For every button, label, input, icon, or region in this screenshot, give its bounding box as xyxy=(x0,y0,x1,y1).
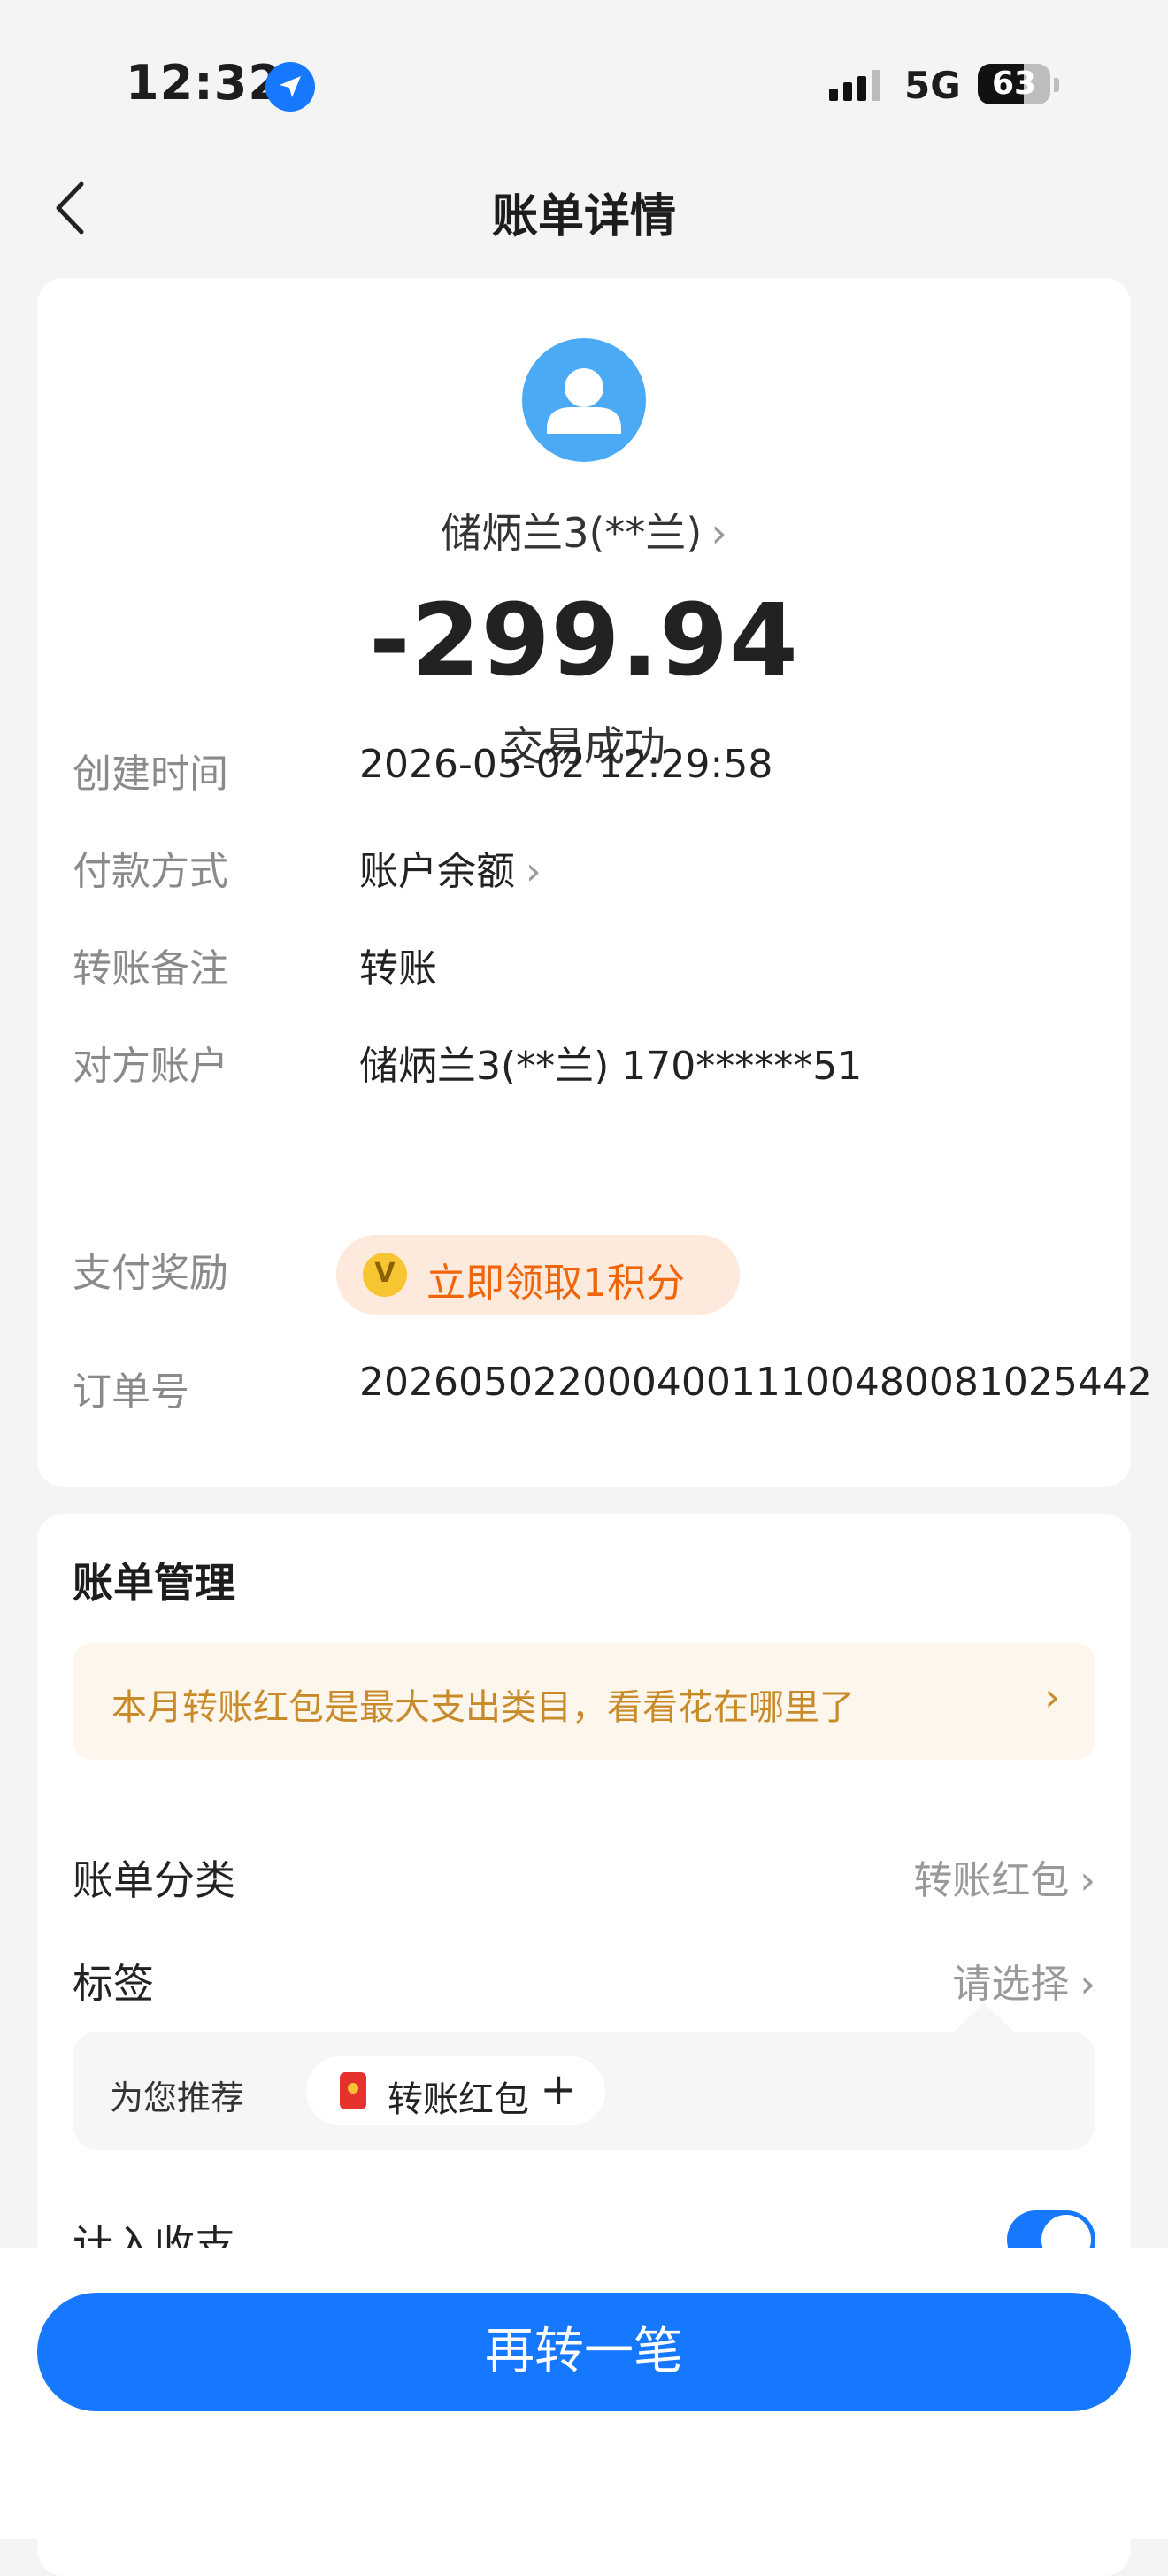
chevron-right-icon: › xyxy=(526,849,542,894)
red-packet-icon xyxy=(340,2072,366,2109)
network-label: 5G xyxy=(904,64,961,107)
payment-method-value: 账户余额 xyxy=(359,849,515,894)
tip-text: 本月转账红包是最大支出类目，看看花在哪里了 xyxy=(111,1687,855,1728)
chevron-right-icon: › xyxy=(1080,1962,1095,2007)
memo-value: 转账 xyxy=(359,946,437,991)
transaction-card: 储炳兰3(**兰) › -299.94 交易成功 创建时间 2026-05-02 … xyxy=(37,278,1152,1487)
battery-tip xyxy=(1054,78,1059,92)
tag-recommendations: 为您推荐 转账红包 + xyxy=(73,2032,1095,2150)
category-selector[interactable]: 转账红包 › xyxy=(913,1848,1095,1905)
transfer-again-button[interactable]: 再转一笔 xyxy=(37,2293,1131,2411)
tag-value: 请选择 xyxy=(952,1962,1070,2007)
spending-tip-banner[interactable]: 本月转账红包是最大支出类目，看看花在哪里了 › xyxy=(73,1643,1095,1760)
status-time: 12:32 xyxy=(126,55,282,111)
memo-label: 转账备注 xyxy=(73,946,228,991)
points-coin-icon: V xyxy=(363,1253,407,1297)
payment-method-link[interactable]: 账户余额 › xyxy=(359,839,542,896)
counterparty-label: 对方账户 xyxy=(73,1044,228,1089)
signal-icon xyxy=(827,69,889,108)
order-number-label: 订单号 xyxy=(73,1369,189,1415)
tag-selector[interactable]: 请选择 › xyxy=(952,1952,1095,2009)
chevron-right-icon: › xyxy=(1044,1675,1060,1720)
chevron-right-icon: › xyxy=(711,509,727,557)
payee-name: 储炳兰3(**兰) xyxy=(441,509,703,557)
claim-reward-button[interactable]: V 立即领取1积分 xyxy=(336,1235,740,1315)
created-time-value: 2026-05-02 12:29:58 xyxy=(359,742,773,787)
order-number-value: 20260502200040011100480081025442 xyxy=(359,1360,1152,1405)
recommend-label: 为您推荐 xyxy=(110,2079,245,2117)
category-value: 转账红包 xyxy=(913,1858,1070,1903)
amount: -299.94 xyxy=(369,583,799,698)
tag-label: 标签 xyxy=(73,1960,154,2008)
battery-level: 63 xyxy=(991,66,1037,102)
counterparty-value: 储炳兰3(**兰) 170******51 xyxy=(359,1044,863,1089)
user-avatar-icon[interactable] xyxy=(522,338,646,462)
created-time-label: 创建时间 xyxy=(73,752,228,797)
status-bar: 12:32 5G 63 xyxy=(0,0,1168,150)
section-title: 账单管理 xyxy=(73,1559,235,1607)
category-label: 账单分类 xyxy=(73,1856,235,1904)
chevron-right-icon: › xyxy=(1080,1858,1095,1903)
reward-text: 立即领取1积分 xyxy=(426,1261,685,1306)
payment-method-label: 付款方式 xyxy=(73,849,228,894)
location-arrow-icon xyxy=(265,62,315,112)
plus-icon: + xyxy=(540,2063,577,2115)
reward-label: 支付奖励 xyxy=(73,1251,228,1296)
recommend-pointer xyxy=(952,2003,1016,2033)
recommend-tag-chip[interactable]: 转账红包 + xyxy=(306,2056,605,2125)
payee-link[interactable]: 储炳兰3(**兰) › xyxy=(37,501,1131,559)
coin-glyph: V xyxy=(374,1258,396,1289)
chip-label: 转账红包 xyxy=(388,2079,529,2120)
battery-icon: 63 xyxy=(978,64,1050,104)
page-title: 账单详情 xyxy=(491,190,676,243)
